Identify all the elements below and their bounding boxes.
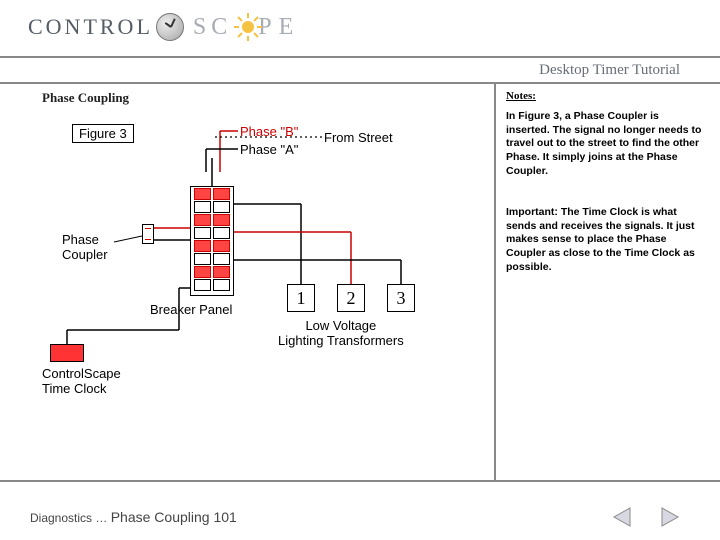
breadcrumb-prev[interactable]: Diagnostics [30, 511, 92, 525]
breadcrumb-current: Phase Coupling 101 [111, 509, 237, 525]
nav-arrows [610, 505, 682, 529]
content: Phase Coupling Figure 3 Phase "B" Phase … [0, 84, 720, 480]
subheader: Desktop Timer Tutorial [0, 58, 720, 84]
header: CONTROL S C PE [0, 0, 720, 58]
logo-text-left: CONTROL [28, 14, 153, 40]
left-pane: Phase Coupling Figure 3 Phase "B" Phase … [0, 84, 490, 480]
triangle-left-icon [610, 505, 634, 529]
footer: Diagnostics … Phase Coupling 101 [0, 480, 720, 538]
breadcrumb-sep: … [95, 511, 107, 525]
prev-arrow-button[interactable] [610, 505, 634, 529]
notes-heading: Notes: [506, 90, 702, 102]
triangle-right-icon [658, 505, 682, 529]
wires [42, 124, 462, 404]
section-title: Phase Coupling [42, 90, 480, 106]
next-arrow-button[interactable] [658, 505, 682, 529]
diagram: Figure 3 Phase "B" Phase "A" From Street… [42, 124, 462, 404]
logo-text-right-s: S [193, 14, 213, 41]
sun-icon [234, 13, 262, 41]
breadcrumb: Diagnostics … Phase Coupling 101 [30, 509, 237, 525]
logo-text-right-pe: PE [258, 14, 300, 41]
notes-paragraph-1: In Figure 3, a Phase Coupler is inserted… [506, 110, 702, 178]
logo: CONTROL S C PE [28, 10, 720, 44]
clock-icon [153, 10, 187, 44]
notes-pane: Notes: In Figure 3, a Phase Coupler is i… [494, 84, 720, 480]
page-subtitle: Desktop Timer Tutorial [539, 62, 680, 78]
logo-text-right-c: C [211, 14, 234, 41]
notes-paragraph-2: Important: The Time Clock is what sends … [506, 206, 702, 274]
